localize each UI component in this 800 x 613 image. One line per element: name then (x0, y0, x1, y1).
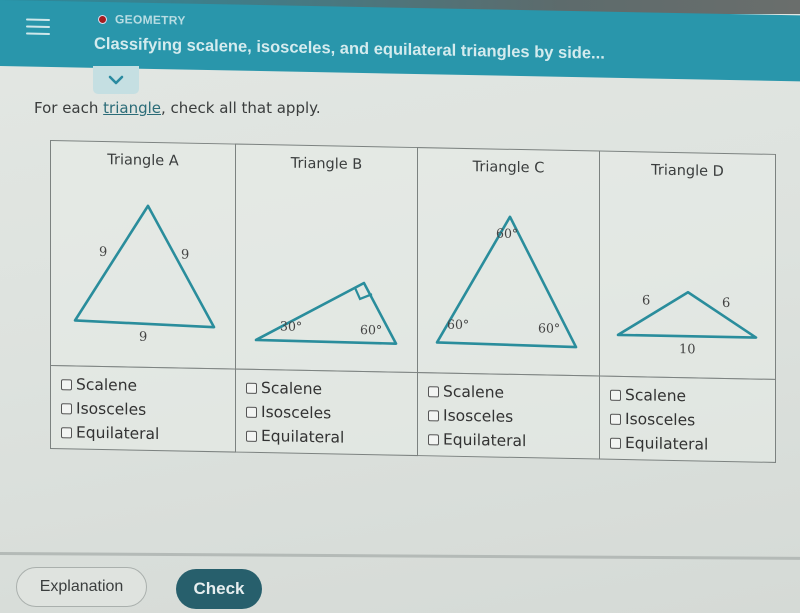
checkbox-icon (246, 430, 257, 442)
checkbox-icon (428, 409, 439, 421)
triangle-b-figure-cell: Triangle B 30° 60° (235, 143, 418, 374)
option-label: Isosceles (625, 410, 696, 430)
triangle-c-angle-label: 60° (496, 226, 518, 241)
triangle-b-equilateral-checkbox[interactable]: Equilateral (246, 424, 344, 450)
triangle-d-equilateral-checkbox[interactable]: Equilateral (610, 431, 708, 457)
hamburger-menu-icon[interactable] (26, 18, 50, 38)
checkbox-icon (61, 402, 72, 414)
option-label: Equilateral (76, 423, 160, 444)
triangle-b-angle-label: 30° (280, 318, 302, 333)
triangle-d-side-label: 6 (722, 296, 730, 311)
triangle-d-side-label: 10 (679, 342, 696, 357)
triangle-b-angle-label: 60° (360, 322, 382, 337)
triangle-table: Triangle A 9 9 9 Triangle B 30° 60° Tria… (50, 140, 776, 476)
checkbox-icon (610, 413, 621, 425)
question-prompt: For each triangle, check all that apply. (34, 99, 321, 117)
triangle-d-figure: 6 6 10 (616, 290, 758, 357)
option-label: Scalene (443, 382, 505, 402)
prompt-text-after: , check all that apply. (161, 99, 321, 117)
option-label: Isosceles (76, 399, 147, 419)
menu-line (26, 32, 50, 35)
checkbox-icon (428, 385, 439, 397)
option-label: Equilateral (261, 427, 345, 447)
menu-line (26, 18, 50, 21)
option-label: Scalene (625, 386, 687, 406)
triangle-c-isosceles-checkbox[interactable]: Isosceles (428, 403, 526, 429)
option-label: Scalene (76, 375, 138, 395)
triangle-b-scalene-checkbox[interactable]: Scalene (246, 376, 344, 402)
triangle-c-scalene-checkbox[interactable]: Scalene (428, 379, 526, 405)
checkbox-icon (610, 389, 621, 401)
triangle-c-figure: 60° 60° 60° (435, 215, 578, 349)
triangle-c-options-cell: Scalene Isosceles Equilateral (417, 372, 600, 460)
triangle-c-figure-cell: Triangle C 60° 60° 60° (417, 147, 600, 377)
lesson-title: Classifying scalene, isosceles, and equi… (94, 34, 605, 63)
expand-header-button[interactable] (93, 66, 139, 94)
menu-line (26, 25, 50, 28)
triangle-d-side-label: 6 (642, 293, 650, 308)
checkbox-icon (610, 437, 621, 449)
checkbox-icon (428, 433, 439, 445)
triangle-c-angle-label: 60° (538, 320, 560, 335)
triangle-a-equilateral-checkbox[interactable]: Equilateral (61, 420, 159, 446)
triangle-definition-link[interactable]: triangle (103, 99, 161, 117)
triangle-a-figure-cell: Triangle A 9 9 9 (50, 140, 236, 370)
triangle-b-figure: 30° 60° (254, 281, 398, 345)
checkbox-icon (246, 382, 257, 394)
triangle-a-side-label: 9 (99, 245, 107, 260)
check-button[interactable]: Check (176, 569, 262, 609)
triangle-a-scalene-checkbox[interactable]: Scalene (61, 372, 159, 398)
triangle-d-shape (616, 290, 758, 339)
triangle-b-isosceles-checkbox[interactable]: Isosceles (246, 400, 344, 426)
triangle-a-shape (73, 204, 216, 329)
triangle-d-options-cell: Scalene Isosceles Equilateral (599, 375, 776, 463)
triangle-d-isosceles-checkbox[interactable]: Isosceles (610, 407, 708, 433)
option-label: Equilateral (625, 434, 709, 454)
triangle-a-side-label: 9 (139, 330, 147, 345)
topic-name: GEOMETRY (115, 12, 186, 28)
triangle-a-options-cell: Scalene Isosceles Equilateral (50, 365, 236, 453)
checkbox-icon (246, 406, 257, 418)
topic-status-dot-icon (98, 14, 107, 24)
checkbox-icon (61, 378, 72, 390)
triangle-a-side-label: 9 (181, 248, 189, 263)
chevron-down-icon (108, 75, 124, 85)
topic-label: GEOMETRY (98, 12, 186, 28)
option-label: Equilateral (443, 430, 527, 451)
triangle-c-equilateral-checkbox[interactable]: Equilateral (428, 427, 526, 453)
triangle-d-figure-cell: Triangle D 6 6 10 (599, 150, 776, 380)
option-label: Scalene (261, 379, 323, 399)
page: GEOMETRY Classifying scalene, isosceles,… (0, 0, 800, 613)
option-label: Isosceles (443, 406, 514, 426)
triangle-b-options-cell: Scalene Isosceles Equilateral (235, 368, 418, 457)
prompt-text-before: For each (34, 99, 104, 117)
checkbox-icon (61, 426, 72, 438)
footer-divider (0, 552, 800, 560)
triangle-a-figure: 9 9 9 (73, 204, 216, 345)
triangle-d-scalene-checkbox[interactable]: Scalene (610, 383, 708, 409)
explanation-button[interactable]: Explanation (16, 567, 147, 607)
triangle-c-angle-label: 60° (447, 317, 469, 332)
option-label: Isosceles (261, 403, 332, 423)
triangle-a-isosceles-checkbox[interactable]: Isosceles (61, 396, 159, 422)
